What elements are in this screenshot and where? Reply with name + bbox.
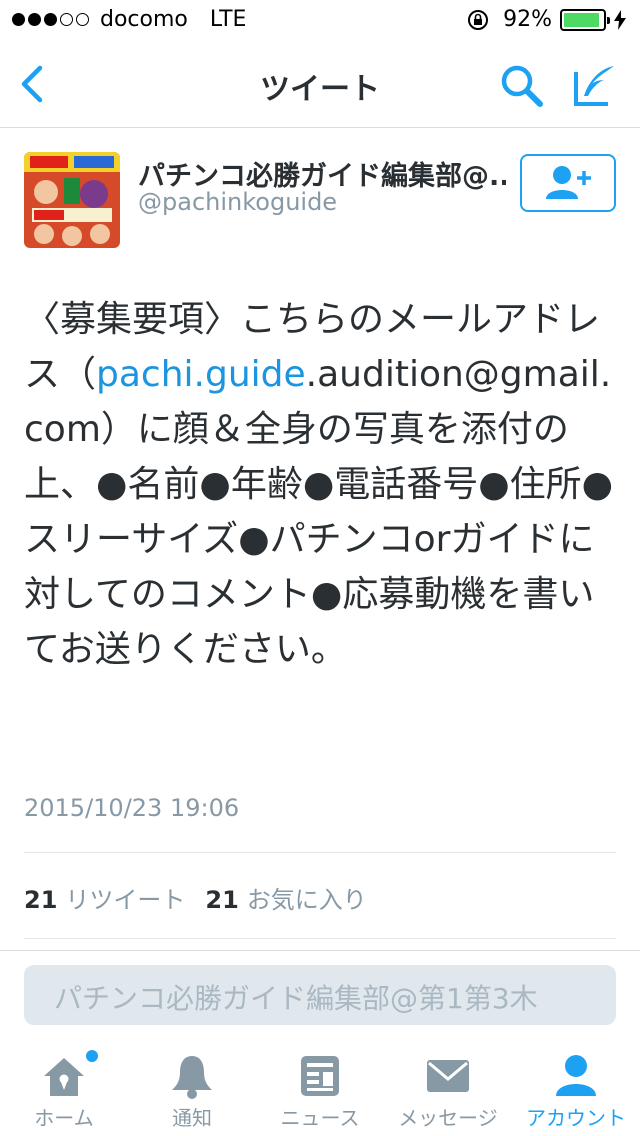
favorite-label[interactable]: お気に入り bbox=[247, 880, 367, 915]
notification-dot bbox=[86, 1050, 98, 1062]
tab-account[interactable]: アカウント bbox=[512, 1038, 640, 1136]
tab-label: ホーム bbox=[34, 1106, 94, 1130]
search-icon[interactable] bbox=[498, 62, 546, 108]
add-user-icon bbox=[546, 166, 591, 199]
status-left: docomo LTE bbox=[12, 7, 246, 32]
rotation-lock-icon bbox=[468, 9, 489, 30]
status-bar: docomo LTE 92% bbox=[0, 0, 640, 40]
charging-bolt-icon bbox=[614, 9, 626, 30]
tab-news[interactable]: ニュース bbox=[256, 1038, 384, 1136]
status-right: 92% bbox=[467, 7, 626, 32]
signal-dot bbox=[44, 13, 57, 26]
tab-notifications[interactable]: 通知 bbox=[128, 1038, 256, 1136]
favorite-count[interactable]: 21 bbox=[205, 886, 238, 914]
retweet-label[interactable]: リツイート bbox=[65, 880, 185, 915]
tab-label: ニュース bbox=[280, 1106, 360, 1130]
divider bbox=[24, 938, 616, 939]
tweet-link[interactable]: pachi.guide bbox=[96, 354, 306, 395]
tab-label: メッセージ bbox=[398, 1106, 498, 1130]
signal-dot bbox=[28, 13, 41, 26]
tweet-stats: 21 リツイート 21 お気に入り bbox=[24, 880, 387, 915]
home-icon bbox=[44, 1058, 84, 1096]
reply-input[interactable]: パチンコ必勝ガイド編集部@第1第3木 bbox=[24, 965, 616, 1025]
follow-button[interactable] bbox=[520, 154, 616, 212]
nav-bar: ツイート bbox=[0, 40, 640, 128]
tweet-text: 〈募集要項〉こちらのメールアドレス（pachi.guide.audition@g… bbox=[24, 292, 624, 677]
signal-dot bbox=[76, 13, 89, 26]
compose-tweet-icon[interactable] bbox=[572, 62, 618, 108]
avatar[interactable] bbox=[24, 152, 120, 248]
network-type: LTE bbox=[209, 7, 247, 32]
tweet-text-part: .audition@gmail.com）に顔＆全身の写真を添付の上、●名前●年齢… bbox=[24, 354, 614, 670]
retweet-count[interactable]: 21 bbox=[24, 886, 57, 914]
battery-fill bbox=[564, 12, 599, 27]
battery-percent: 92% bbox=[503, 7, 552, 32]
battery-icon bbox=[560, 8, 610, 31]
envelope-icon bbox=[427, 1060, 469, 1092]
battery-cap bbox=[607, 16, 610, 24]
tab-messages[interactable]: メッセージ bbox=[384, 1038, 512, 1136]
tweet-timestamp: 2015/10/23 19:06 bbox=[24, 794, 240, 822]
tab-bar: ホーム 通知 ニュース メッセージ アカウント bbox=[0, 1038, 640, 1136]
user-handle[interactable]: @pachinkoguide bbox=[138, 188, 337, 216]
reply-bar: パチンコ必勝ガイド編集部@第1第3木 bbox=[0, 950, 640, 1038]
divider bbox=[24, 852, 616, 853]
news-icon bbox=[301, 1056, 339, 1096]
bell-icon bbox=[172, 1056, 212, 1099]
signal-dot bbox=[12, 13, 25, 26]
tab-home[interactable]: ホーム bbox=[0, 1038, 128, 1136]
person-icon bbox=[556, 1055, 596, 1096]
tab-label: 通知 bbox=[172, 1106, 212, 1130]
tab-label: アカウント bbox=[526, 1106, 626, 1130]
signal-dot bbox=[60, 13, 73, 26]
carrier-name: docomo bbox=[100, 7, 188, 32]
magazine-cover-image bbox=[24, 152, 120, 248]
